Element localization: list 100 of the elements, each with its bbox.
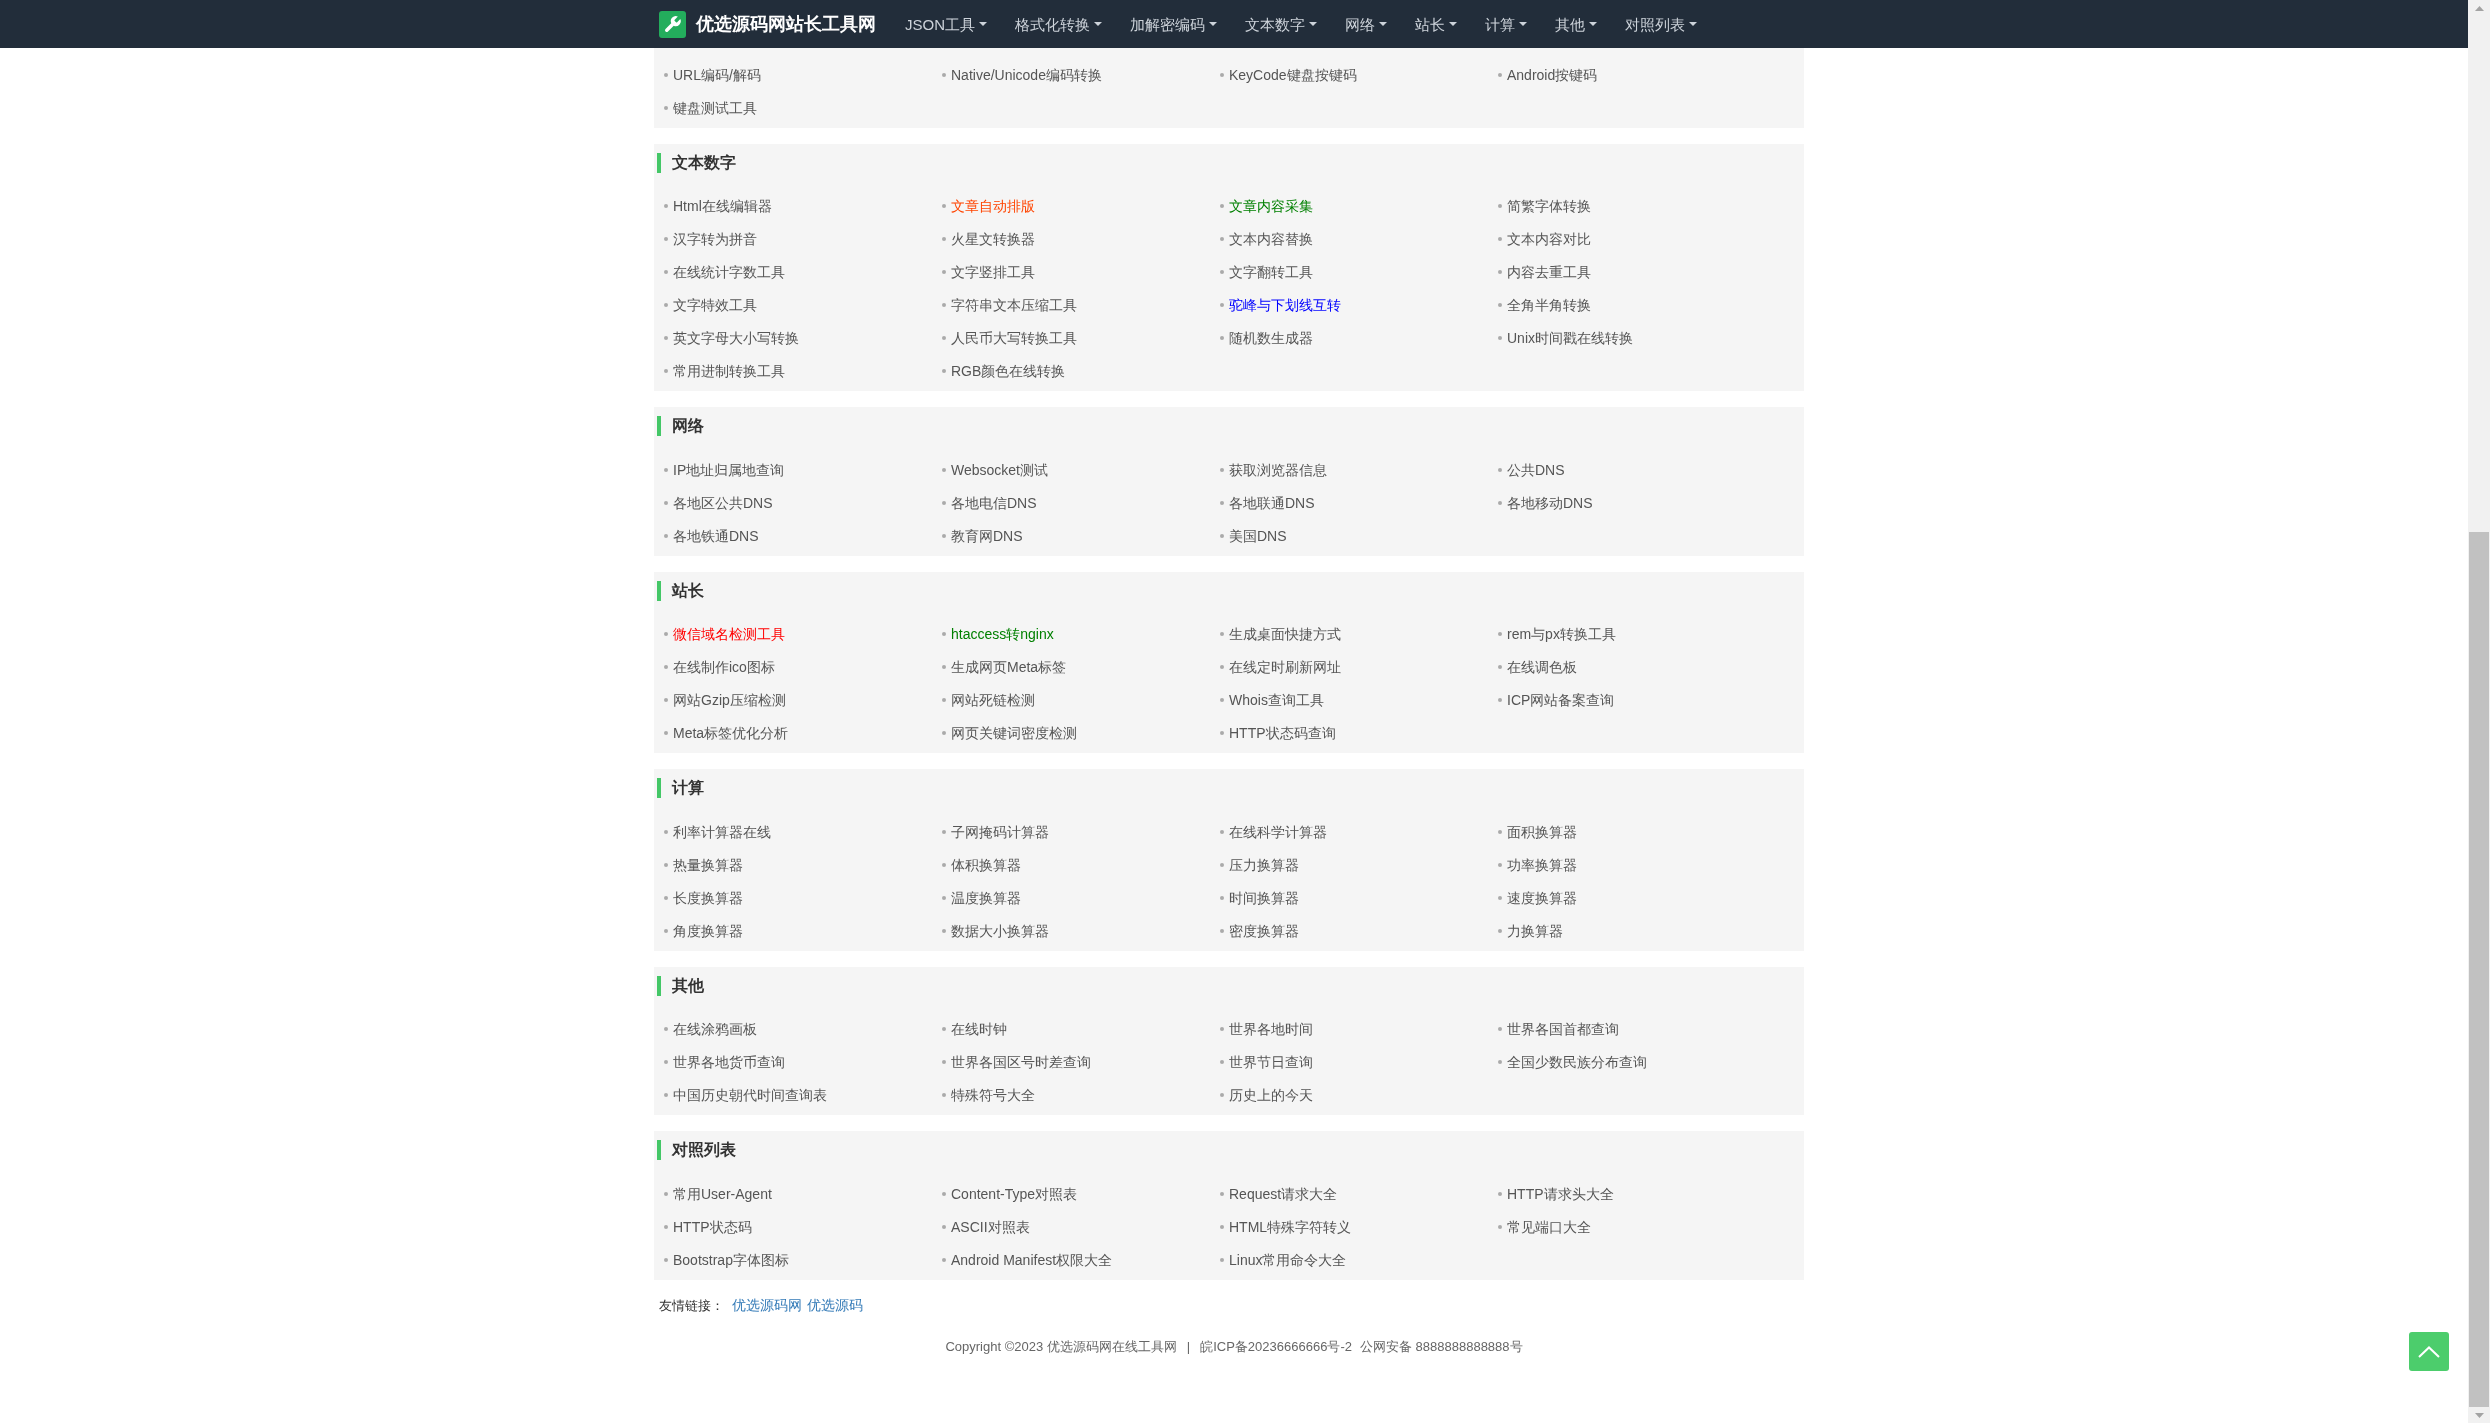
- tool-link[interactable]: URL编码/解码: [673, 67, 761, 82]
- friend-link[interactable]: 优选源码网: [732, 1295, 802, 1316]
- tool-link[interactable]: 全角半角转换: [1507, 298, 1591, 312]
- tool-link[interactable]: 角度换算器: [673, 923, 743, 938]
- tool-link[interactable]: 简繁字体转换: [1507, 199, 1591, 213]
- tool-link[interactable]: 世界各地货币查询: [673, 1055, 785, 1069]
- tool-link[interactable]: Linux常用命令大全: [1229, 1252, 1347, 1267]
- tool-link[interactable]: 功率换算器: [1507, 857, 1577, 872]
- tool-link[interactable]: RGB颜色在线转换: [951, 364, 1066, 378]
- tool-link[interactable]: 生成网页Meta标签: [951, 660, 1067, 674]
- tool-link[interactable]: Bootstrap字体图标: [673, 1252, 789, 1267]
- tool-link[interactable]: 在线科学计算器: [1229, 824, 1327, 839]
- tool-link[interactable]: Content-Type对照表: [951, 1186, 1078, 1201]
- tool-link[interactable]: 网站死链检测: [951, 693, 1035, 707]
- tool-link[interactable]: Meta标签优化分析: [673, 726, 789, 740]
- tool-link[interactable]: 密度换算器: [1229, 923, 1299, 938]
- tool-link[interactable]: ASCII对照表: [951, 1219, 1030, 1234]
- tool-link[interactable]: 子网掩码计算器: [951, 824, 1049, 839]
- tool-link[interactable]: 驼峰与下划线互转: [1229, 298, 1341, 312]
- tool-link[interactable]: Request请求大全: [1229, 1186, 1338, 1201]
- nav-menu-button[interactable]: 网络: [1345, 16, 1387, 32]
- tool-link[interactable]: 数据大小换算器: [951, 923, 1049, 938]
- tool-link[interactable]: 常用进制转换工具: [673, 364, 785, 378]
- tool-link[interactable]: Whois查询工具: [1229, 693, 1324, 707]
- tool-link[interactable]: 热量换算器: [673, 857, 743, 872]
- tool-link[interactable]: 世界各国首都查询: [1507, 1022, 1619, 1036]
- tool-link[interactable]: Html在线编辑器: [673, 199, 772, 213]
- tool-link[interactable]: 在线时钟: [951, 1022, 1007, 1036]
- tool-link[interactable]: 汉字转为拼音: [673, 232, 757, 246]
- tool-link[interactable]: 生成桌面快捷方式: [1229, 627, 1341, 641]
- tool-link[interactable]: 文本内容替换: [1229, 232, 1313, 246]
- tool-link[interactable]: 文字翻转工具: [1229, 265, 1313, 279]
- tool-link[interactable]: 教育网DNS: [951, 528, 1023, 543]
- tool-link[interactable]: 常见端口大全: [1507, 1219, 1591, 1234]
- tool-link[interactable]: 文字特效工具: [673, 298, 757, 312]
- tool-link[interactable]: 微信域名检测工具: [673, 627, 785, 641]
- tool-link[interactable]: 世界节日查询: [1229, 1055, 1313, 1069]
- tool-link[interactable]: 随机数生成器: [1229, 331, 1313, 345]
- scroll-down-arrow-icon[interactable]: [2474, 1412, 2484, 1418]
- tool-link[interactable]: 长度换算器: [673, 890, 743, 905]
- tool-link[interactable]: ICP网站备案查询: [1507, 693, 1615, 707]
- tool-link[interactable]: 历史上的今天: [1229, 1088, 1313, 1102]
- tool-link[interactable]: 面积换算器: [1507, 824, 1577, 839]
- tool-link[interactable]: 在线统计字数工具: [673, 265, 785, 279]
- tool-link[interactable]: 文本内容对比: [1507, 232, 1591, 246]
- tool-link[interactable]: 各地电信DNS: [951, 495, 1037, 510]
- tool-link[interactable]: 全国少数民族分布查询: [1507, 1055, 1647, 1069]
- nav-menu-button[interactable]: 计算: [1485, 16, 1527, 32]
- tool-link[interactable]: 各地铁通DNS: [673, 528, 759, 543]
- tool-link[interactable]: 网站Gzip压缩检测: [673, 693, 786, 707]
- tool-link[interactable]: IP地址归属地查询: [673, 462, 785, 477]
- site-title[interactable]: 优选源码网站长工具网: [696, 15, 876, 33]
- tool-link[interactable]: 温度换算器: [951, 890, 1021, 905]
- tool-link[interactable]: 中国历史朝代时间查询表: [673, 1088, 827, 1102]
- tool-link[interactable]: 世界各国区号时差查询: [951, 1055, 1091, 1069]
- tool-link[interactable]: 体积换算器: [951, 857, 1021, 872]
- tool-link[interactable]: Websocket测试: [951, 462, 1048, 477]
- tool-link[interactable]: HTML特殊字符转义: [1229, 1219, 1352, 1234]
- tool-link[interactable]: 常用User-Agent: [673, 1186, 772, 1201]
- wrench-icon[interactable]: [659, 10, 686, 38]
- tool-link[interactable]: 火星文转换器: [951, 232, 1035, 246]
- tool-link[interactable]: 各地区公共DNS: [673, 495, 773, 510]
- tool-link[interactable]: htaccess转nginx: [951, 627, 1054, 641]
- tool-link[interactable]: rem与px转换工具: [1507, 627, 1616, 641]
- tool-link[interactable]: 网页关键词密度检测: [951, 726, 1077, 740]
- tool-link[interactable]: 利率计算器在线: [673, 824, 771, 839]
- tool-link[interactable]: 在线涂鸦画板: [673, 1022, 757, 1036]
- tool-link[interactable]: 压力换算器: [1229, 857, 1299, 872]
- tool-link[interactable]: 各地移动DNS: [1507, 495, 1593, 510]
- tool-link[interactable]: 美国DNS: [1229, 528, 1287, 543]
- tool-link[interactable]: HTTP状态码: [673, 1219, 752, 1234]
- tool-link[interactable]: 人民币大写转换工具: [951, 331, 1077, 345]
- tool-link[interactable]: HTTP状态码查询: [1229, 726, 1336, 740]
- tool-link[interactable]: 内容去重工具: [1507, 265, 1591, 279]
- tool-link[interactable]: Native/Unicode编码转换: [951, 67, 1102, 82]
- nav-menu-button[interactable]: 加解密编码: [1130, 16, 1217, 32]
- tool-link[interactable]: Android Manifest权限大全: [951, 1252, 1113, 1267]
- tool-link[interactable]: 特殊符号大全: [951, 1088, 1035, 1102]
- tool-link[interactable]: 英文字母大小写转换: [673, 331, 799, 345]
- tool-link[interactable]: Unix时间戳在线转换: [1507, 331, 1633, 345]
- tool-link[interactable]: 公共DNS: [1507, 462, 1565, 477]
- tool-link[interactable]: 键盘测试工具: [673, 100, 757, 115]
- tool-link[interactable]: 速度换算器: [1507, 890, 1577, 905]
- nav-menu-button[interactable]: 站长: [1415, 16, 1457, 32]
- tool-link[interactable]: 在线定时刷新网址: [1229, 660, 1341, 674]
- tool-link[interactable]: 在线调色板: [1507, 660, 1577, 674]
- tool-link[interactable]: 字符串文本压缩工具: [951, 298, 1077, 312]
- tool-link[interactable]: 文章内容采集: [1229, 199, 1313, 213]
- tool-link[interactable]: 世界各地时间: [1229, 1022, 1313, 1036]
- tool-link[interactable]: 文字竖排工具: [951, 265, 1035, 279]
- friend-link[interactable]: 优选源码: [807, 1295, 863, 1316]
- tool-link[interactable]: 各地联通DNS: [1229, 495, 1315, 510]
- scrollbar-thumb[interactable]: [2469, 532, 2489, 1407]
- tool-link[interactable]: 时间换算器: [1229, 890, 1299, 905]
- nav-menu-button[interactable]: 格式化转换: [1015, 16, 1102, 32]
- nav-menu-button[interactable]: JSON工具: [905, 16, 987, 32]
- scroll-up-arrow-icon[interactable]: [2474, 6, 2484, 11]
- tool-link[interactable]: 获取浏览器信息: [1229, 462, 1327, 477]
- tool-link[interactable]: Android按键码: [1507, 67, 1598, 82]
- nav-menu-button[interactable]: 其他: [1555, 16, 1597, 32]
